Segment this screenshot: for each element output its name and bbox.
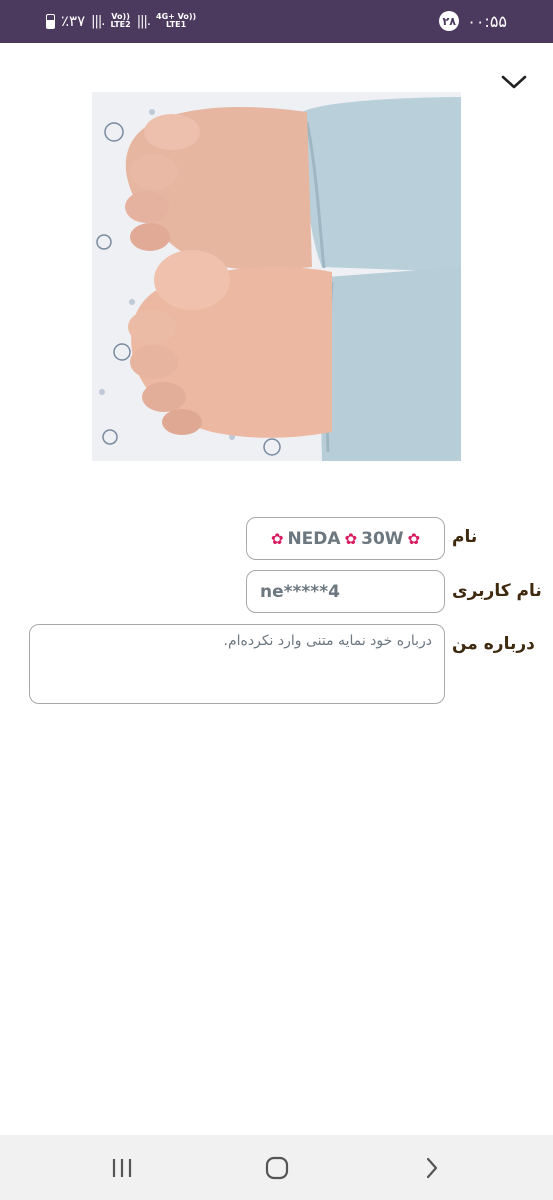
name-field[interactable]: ✿ NEDA ✿ 30W ✿ bbox=[246, 517, 445, 560]
sim1-indicator: 4G+ Vo)) LTE1 bbox=[156, 12, 197, 29]
signal-bars-icon: |||. bbox=[91, 13, 105, 29]
status-bar: ٪۳۷ |||. Vo)) LTE2 |||. 4G+ Vo)) LTE1 ۲۸… bbox=[0, 0, 553, 43]
status-right: ۲۸ ۰۰:۵۵ bbox=[439, 11, 507, 31]
hibiscus-icon: ✿ bbox=[270, 529, 284, 548]
back-icon[interactable] bbox=[412, 1153, 452, 1183]
name-label: نام bbox=[452, 527, 478, 547]
home-icon[interactable] bbox=[257, 1153, 297, 1183]
sim2-indicator: Vo)) LTE2 bbox=[110, 12, 131, 29]
username-label: نام کاربری bbox=[452, 581, 542, 601]
chevron-down-icon[interactable] bbox=[500, 70, 528, 94]
hibiscus-icon: ✿ bbox=[407, 529, 421, 548]
about-field[interactable]: درباره خود نمایه متنی وارد نکرده‌ام. bbox=[29, 624, 445, 704]
battery-percent: ٪۳۷ bbox=[61, 12, 86, 30]
profile-photo bbox=[92, 92, 461, 461]
status-left: ٪۳۷ |||. Vo)) LTE2 |||. 4G+ Vo)) LTE1 bbox=[46, 12, 196, 30]
about-label: درباره من bbox=[452, 634, 535, 654]
notification-badge: ۲۸ bbox=[439, 11, 460, 31]
system-nav-bar bbox=[0, 1135, 553, 1200]
clock: ۰۰:۵۵ bbox=[467, 11, 507, 31]
battery-icon bbox=[46, 13, 55, 29]
recent-apps-icon[interactable] bbox=[102, 1153, 142, 1183]
username-field[interactable]: ne*****4 bbox=[246, 570, 445, 613]
name-part-2: 30W bbox=[361, 528, 404, 549]
name-part-1: NEDA bbox=[287, 528, 341, 549]
hibiscus-icon: ✿ bbox=[344, 529, 358, 548]
signal-bars-icon: |||. bbox=[136, 13, 151, 29]
